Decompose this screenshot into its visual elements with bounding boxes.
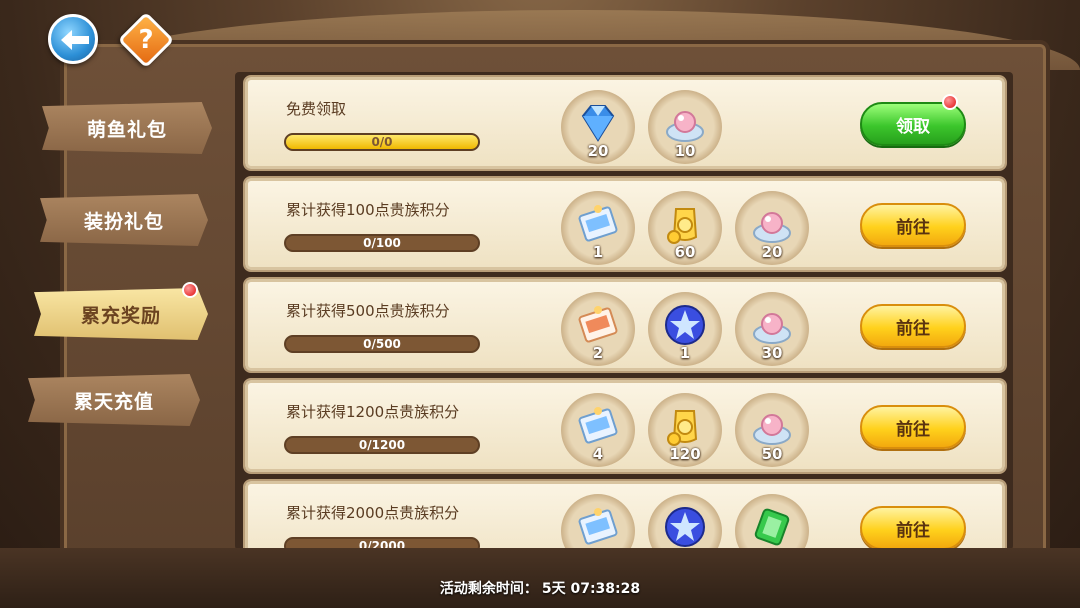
reward-item[interactable]: 20 bbox=[561, 90, 635, 164]
back-button[interactable] bbox=[48, 14, 98, 64]
go-button[interactable]: 前往 bbox=[860, 506, 966, 548]
progress-text: 0/100 bbox=[363, 236, 401, 250]
reward-title: 累计获得500点贵族积分 bbox=[286, 302, 450, 320]
reward-item[interactable]: 4 bbox=[561, 393, 635, 467]
reward-item[interactable] bbox=[735, 494, 809, 548]
item-count: 50 bbox=[761, 445, 783, 463]
go-button[interactable]: 前往 bbox=[860, 304, 966, 348]
reward-title: 累计获得100点贵族积分 bbox=[286, 201, 450, 219]
tab-costume-gift[interactable]: 装扮礼包 bbox=[40, 194, 208, 246]
item-count: 2 bbox=[592, 344, 604, 362]
progress-text: 0/500 bbox=[363, 337, 401, 351]
tab-label: 装扮礼包 bbox=[83, 210, 164, 233]
blue-star-orb-icon bbox=[662, 302, 708, 348]
progress-bar: 0/100 bbox=[284, 234, 480, 252]
reward-item[interactable]: 60 bbox=[648, 191, 722, 265]
green-scroll-icon bbox=[749, 504, 795, 548]
tab-label: 萌鱼礼包 bbox=[86, 118, 167, 141]
gold-coin-bag-icon bbox=[662, 201, 708, 247]
item-count: 20 bbox=[587, 142, 609, 160]
reward-title: 免费领取 bbox=[286, 100, 347, 118]
item-count: 30 bbox=[761, 344, 783, 362]
reward-row: 累计获得100点贵族积分 0/100 1 60 20 前往 bbox=[245, 178, 1005, 270]
item-count: 60 bbox=[674, 243, 696, 261]
item-count: 4 bbox=[592, 445, 604, 463]
timer-value: 5天 07:38:28 bbox=[541, 581, 641, 597]
go-button[interactable]: 前往 bbox=[860, 405, 966, 449]
reward-item[interactable]: 50 bbox=[735, 393, 809, 467]
blue-ticket-icon bbox=[575, 201, 621, 247]
pearl-shell-icon bbox=[662, 100, 708, 146]
item-count: 120 bbox=[669, 445, 701, 463]
reward-title: 累计获得2000点贵族积分 bbox=[286, 504, 460, 522]
reward-row: 累计获得500点贵族积分 0/500 2 1 30 前往 bbox=[245, 279, 1005, 371]
reward-row: 免费领取 0/0 20 10 领取 bbox=[245, 77, 1005, 169]
reward-list[interactable]: 免费领取 0/0 20 10 领取 累计获得100点贵族积分 0/100 1 60 20 前往 累计获… bbox=[235, 72, 1015, 548]
tab-meng-yu-gift[interactable]: 萌鱼礼包 bbox=[42, 102, 212, 154]
blue-ticket-icon bbox=[575, 504, 621, 548]
timer-label: 活动剩余时间： bbox=[439, 581, 538, 597]
back-arrow-icon bbox=[61, 30, 89, 50]
pearl-shell-icon bbox=[749, 201, 795, 247]
reward-item[interactable]: 20 bbox=[735, 191, 809, 265]
question-mark-icon: ? bbox=[138, 25, 154, 55]
pearl-shell-icon bbox=[749, 302, 795, 348]
progress-text: 0/0 bbox=[371, 135, 393, 149]
reward-item[interactable]: 1 bbox=[648, 292, 722, 366]
progress-text: 0/2000 bbox=[358, 539, 406, 548]
event-timer: 活动剩余时间： 5天 07:38:28 bbox=[0, 578, 1080, 598]
gold-coin-bag-icon bbox=[662, 403, 708, 449]
pearl-shell-icon bbox=[749, 403, 795, 449]
reward-item[interactable]: 2 bbox=[561, 292, 635, 366]
item-count: 20 bbox=[761, 243, 783, 261]
reward-item[interactable]: 30 bbox=[735, 292, 809, 366]
notification-dot bbox=[182, 282, 198, 298]
reward-title: 累计获得1200点贵族积分 bbox=[286, 403, 460, 421]
reward-item[interactable] bbox=[648, 494, 722, 548]
diamond-icon bbox=[575, 100, 621, 146]
item-count: 1 bbox=[592, 243, 604, 261]
reward-item[interactable] bbox=[561, 494, 635, 548]
tab-cumulative-recharge[interactable]: 累充奖励 bbox=[34, 288, 208, 340]
reward-row: 累计获得2000点贵族积分 0/2000 前往 bbox=[245, 481, 1005, 548]
blue-star-orb-icon bbox=[662, 504, 708, 548]
progress-text: 0/1200 bbox=[358, 438, 406, 452]
tab-label: 累天充值 bbox=[73, 390, 154, 413]
progress-bar: 0/2000 bbox=[284, 537, 480, 548]
item-count: 10 bbox=[674, 142, 696, 160]
tab-label: 累充奖励 bbox=[80, 304, 161, 327]
blue-ticket-icon bbox=[575, 403, 621, 449]
reward-item[interactable]: 1 bbox=[561, 191, 635, 265]
reward-item[interactable]: 10 bbox=[648, 90, 722, 164]
reward-item[interactable]: 120 bbox=[648, 393, 722, 467]
tab-daily-recharge[interactable]: 累天充值 bbox=[28, 374, 200, 426]
reward-row: 累计获得1200点贵族积分 0/1200 4 120 50 前往 bbox=[245, 380, 1005, 472]
progress-bar: 0/0 bbox=[284, 133, 480, 151]
progress-bar: 0/500 bbox=[284, 335, 480, 353]
red-ticket-icon bbox=[575, 302, 621, 348]
item-count: 1 bbox=[679, 344, 691, 362]
progress-bar: 0/1200 bbox=[284, 436, 480, 454]
go-button[interactable]: 前往 bbox=[860, 203, 966, 247]
notification-dot bbox=[942, 94, 958, 110]
